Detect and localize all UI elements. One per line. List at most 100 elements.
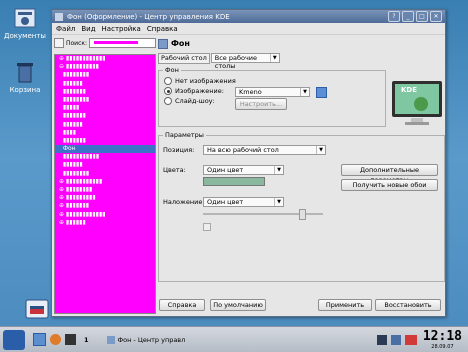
footer-bar: Справка По умолчанию Применить Восстанов… <box>158 299 443 312</box>
trash-icon <box>12 60 38 84</box>
help-titlebar-button[interactable]: ? <box>388 11 400 22</box>
tree-item[interactable]: ▮▮▮▮▮▮▮▮ <box>55 96 155 104</box>
apply-button[interactable]: Применить <box>318 299 372 311</box>
window-app-icon <box>55 12 63 21</box>
parameters-group-title: Параметры <box>163 131 206 139</box>
keyboard-layout-tray[interactable] <box>404 334 417 345</box>
radio-dot <box>164 77 172 85</box>
start-menu-icon[interactable] <box>3 329 25 350</box>
menu-view[interactable]: Вид <box>81 25 95 33</box>
color-swatch-button[interactable] <box>203 177 265 186</box>
monitor-kde-text: KDE <box>401 86 418 94</box>
tree-item[interactable]: ▮▮▮▮▮▮▮ <box>55 88 155 96</box>
defaults-button[interactable]: По умолчанию <box>210 299 266 311</box>
radio-picture-label: Изображение: <box>175 87 224 95</box>
radio-slideshow[interactable]: Слайд-шоу: <box>164 96 236 106</box>
position-label: Позиция: <box>163 146 195 154</box>
tree-item[interactable]: ⊕ ▮▮▮▮▮▮▮▮ <box>55 186 155 194</box>
search-row: Поиск: <box>54 37 156 49</box>
radio-dot <box>164 87 172 95</box>
tree-item[interactable]: ▮▮▮▮▮▮▮▮▮▮▮ <box>55 153 155 161</box>
tree-item[interactable]: ▮▮▮▮▮ <box>55 104 155 112</box>
tree-item[interactable]: ▮▮▮▮▮▮ <box>55 161 155 169</box>
tab-desktop[interactable]: Рабочий стол <box>158 52 210 64</box>
tree-item[interactable]: ▮▮▮▮ <box>55 129 155 137</box>
volume-tray-icon[interactable] <box>390 334 401 345</box>
colors-select[interactable]: Один цвет ▼ <box>203 165 284 175</box>
get-new-wallpapers-button[interactable]: Получить новые обои <box>341 179 438 191</box>
tree-item-background-label: Фон <box>62 145 76 153</box>
position-select[interactable]: На всю рабочий стол ▼ <box>203 145 326 155</box>
tree-item[interactable]: ▮▮▮▮▮▮▮▮ <box>55 71 155 79</box>
page-header: Фон <box>158 37 443 50</box>
chevron-down-icon: ▼ <box>316 146 325 154</box>
date: 28.09.07 <box>431 344 454 350</box>
close-button[interactable]: ✕ <box>430 11 442 22</box>
radio-no-picture-label: Нет изображения <box>175 77 236 85</box>
tree-item[interactable]: ▮▮▮▮▮▮▮ <box>55 137 155 145</box>
chevron-down-icon: ▼ <box>274 198 283 206</box>
task-label: Фон - Центр управл <box>117 335 186 344</box>
position-select-value: На всю рабочий стол <box>207 146 279 154</box>
clear-search-icon[interactable] <box>54 38 64 48</box>
desktop-pager-current[interactable]: 1 <box>84 336 89 344</box>
background-group-title: Фон <box>163 66 181 74</box>
tree-item[interactable]: ⊕ ▮▮▮▮▮▮▮▮▮ <box>55 194 155 202</box>
task-app-icon <box>106 335 115 344</box>
tree-item[interactable]: ⊖ ▮▮▮▮▮▮▮▮▮▮ <box>55 63 155 71</box>
window-title: Фон (Оформление) - Центр управления KDE <box>67 12 230 21</box>
help-button[interactable]: Справка <box>159 299 205 311</box>
install-icon <box>24 296 50 320</box>
desktop-trash[interactable]: Корзина <box>2 60 48 94</box>
desktop-documents[interactable]: Документы <box>2 6 48 40</box>
setup-slideshow-button[interactable]: Настроить... <box>235 98 287 110</box>
browser-icon[interactable] <box>50 334 61 345</box>
tree-item[interactable]: ⊕ ▮▮▮▮▮▮▮▮▮▮▮▮ <box>55 55 155 63</box>
tree-item-background[interactable]: Фон <box>55 145 155 154</box>
background-group: Фон Нет изображения Изображение: Слайд-ш… <box>158 66 386 127</box>
radio-dot <box>164 97 172 105</box>
picture-select-value: Kmeno <box>239 88 262 96</box>
tree-item[interactable]: ⊕ ▮▮▮▮▮▮▮▮▮▮▮▮ <box>55 211 155 219</box>
radio-picture[interactable]: Изображение: <box>164 86 236 96</box>
window-titlebar[interactable]: Фон (Оформление) - Центр управления KDE … <box>52 10 445 23</box>
desktop-select[interactable]: Все рабочие столы ▼ <box>210 53 280 70</box>
picture-select[interactable]: Kmeno ▼ <box>235 87 310 97</box>
search-input[interactable] <box>89 38 156 48</box>
module-tree[interactable]: ⊕ ▮▮▮▮▮▮▮▮▮▮▮▮ ⊖ ▮▮▮▮▮▮▮▮▮▮ ▮▮▮▮▮▮▮▮ ▮▮▮… <box>54 54 156 314</box>
module-sidebar: Поиск: ⊕ ▮▮▮▮▮▮▮▮▮▮▮▮ ⊖ ▮▮▮▮▮▮▮▮▮▮ ▮▮▮▮▮… <box>54 37 156 314</box>
menu-settings[interactable]: Настройка <box>102 25 141 33</box>
tree-item[interactable]: ⊕ ▮▮▮▮▮▮ <box>55 219 155 227</box>
minimize-button[interactable]: _ <box>402 11 414 22</box>
menu-file[interactable]: Файл <box>56 25 75 33</box>
menubar: Файл Вид Настройка Справка <box>52 23 445 35</box>
tree-item[interactable]: ▮▮▮▮▮▮ <box>55 121 155 129</box>
desktop-install[interactable] <box>24 296 50 322</box>
browse-picture-icon[interactable] <box>316 87 327 98</box>
radio-slideshow-label: Слайд-шоу: <box>175 97 215 105</box>
clock[interactable]: 12:18 <box>423 329 462 344</box>
tree-item[interactable]: ⊕ ▮▮▮▮▮▮▮▮▮▮▮ <box>55 178 155 186</box>
tree-item[interactable]: ▮▮▮▮▮▮▮▮ <box>55 170 155 178</box>
desktop-select-value: Все рабочие столы <box>214 54 258 70</box>
taskbar-task-control-center[interactable]: Фон - Центр управл <box>106 335 186 344</box>
terminal-icon[interactable] <box>65 334 76 345</box>
menu-help[interactable]: Справка <box>147 25 178 33</box>
maximize-button[interactable]: □ <box>416 11 428 22</box>
chevron-down-icon: ▼ <box>269 54 279 62</box>
blend-label: Наложение: <box>163 198 205 206</box>
blend-select[interactable]: Один цвет ▼ <box>203 197 284 207</box>
advanced-options-button[interactable]: Дополнительные параметры <box>341 164 438 184</box>
reset-button[interactable]: Восстановить <box>375 299 441 311</box>
network-tray-icon[interactable] <box>376 334 387 345</box>
balance-slider-handle[interactable] <box>299 209 306 220</box>
module-content: Фон Рабочий стол Все рабочие столы ▼ Фон… <box>158 37 445 314</box>
tree-item[interactable]: ▮▮▮▮▮▮ <box>55 80 155 88</box>
reverse-checkbox[interactable] <box>203 223 211 231</box>
radio-no-picture[interactable]: Нет изображения <box>164 76 236 86</box>
tree-item[interactable]: ⊕ ▮▮▮▮▮▮▮ <box>55 202 155 210</box>
blend-select-value: Один цвет <box>207 198 244 206</box>
show-desktop-icon[interactable] <box>33 333 46 346</box>
tree-item[interactable]: ▮▮▮▮▮▮▮ <box>55 112 155 120</box>
colors-label: Цвета: <box>163 166 186 174</box>
